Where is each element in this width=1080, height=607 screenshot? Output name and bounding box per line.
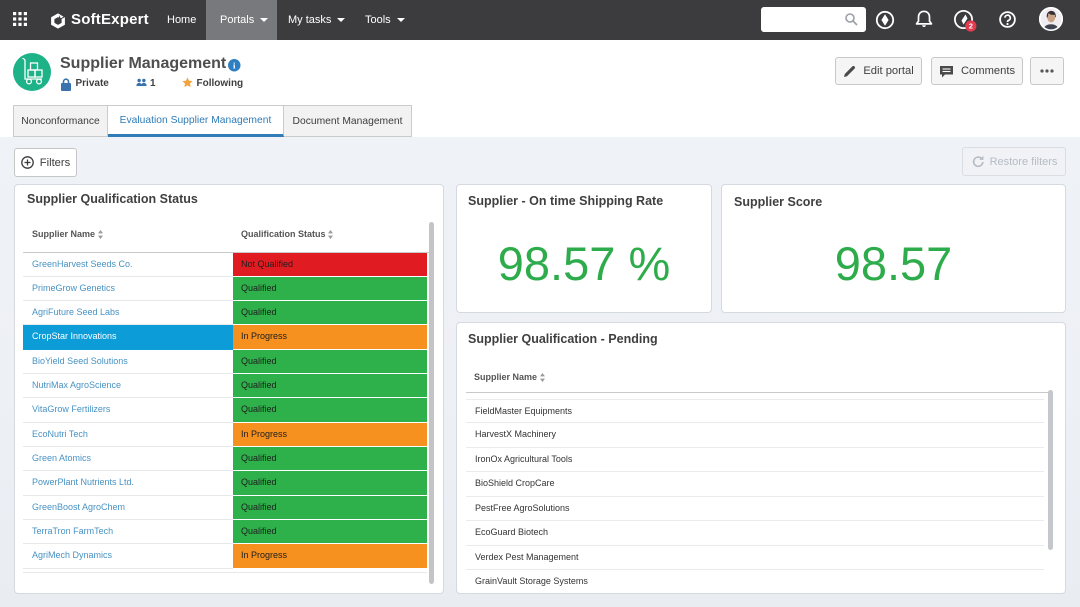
svg-text:2: 2	[969, 22, 973, 31]
